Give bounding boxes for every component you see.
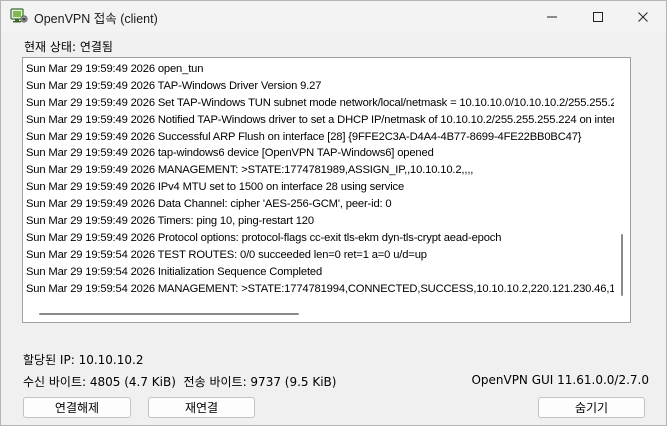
minimize-icon	[547, 16, 557, 17]
close-button[interactable]	[620, 1, 666, 32]
log-line: Sun Mar 29 19:59:49 2026 open_tun	[26, 63, 204, 75]
minimize-button[interactable]	[529, 1, 575, 32]
maximize-button[interactable]	[575, 1, 621, 32]
horizontal-scroll-thumb[interactable]	[39, 313, 299, 315]
log-lines: Sun Mar 29 19:59:49 2026 open_tun Sun Ma…	[26, 61, 624, 301]
log-line: Sun Mar 29 19:59:49 2026 MANAGEMENT: >ST…	[26, 164, 474, 177]
log-line: Sun Mar 29 19:59:54 2026 Initialization …	[26, 265, 323, 278]
openvpn-app-icon	[10, 8, 28, 25]
log-line: Sun Mar 29 19:59:49 2026 Protocol option…	[26, 231, 502, 244]
log-line: Sun Mar 29 19:59:54 2026 TEST ROUTES: 0/…	[26, 248, 427, 261]
reconnect-button[interactable]: 재연결	[148, 397, 255, 418]
connection-status-label: 현재 상태: 연결됨	[24, 40, 113, 54]
log-line: Sun Mar 29 19:59:49 2026 Notified TAP-Wi…	[26, 113, 624, 126]
log-textbox[interactable]: Sun Mar 29 19:59:49 2026 open_tun Sun Ma…	[22, 57, 631, 323]
log-line: Sun Mar 29 19:59:54 2026 MANAGEMENT: >ST…	[26, 282, 624, 295]
hide-button[interactable]: 숨기기	[538, 397, 645, 418]
log-line: Sun Mar 29 19:59:49 2026 Successful ARP …	[26, 130, 582, 143]
log-vertical-scrollbar[interactable]	[614, 58, 630, 306]
log-line: Sun Mar 29 19:59:49 2026 Timers: ping 10…	[26, 215, 314, 228]
traffic-label: 수신 바이트: 4805 (4.7 KiB) 전송 바이트: 9737 (9.5…	[23, 375, 337, 389]
close-icon	[638, 11, 648, 22]
openvpn-connection-window: OpenVPN 접속 (client) 현재 상태: 연결됨 Sun Mar 2…	[0, 0, 667, 426]
title-bar[interactable]: OpenVPN 접속 (client)	[1, 1, 666, 32]
maximize-icon	[593, 11, 603, 22]
log-line: Sun Mar 29 19:59:49 2026 tap-windows6 de…	[26, 147, 434, 160]
log-line: Sun Mar 29 19:59:49 2026 Data Channel: c…	[26, 198, 392, 211]
log-line: Sun Mar 29 19:59:49 2026 TAP-Windows Dri…	[26, 79, 322, 92]
assigned-ip-label: 할당된 IP: 10.10.10.2	[23, 353, 144, 367]
log-line: Sun Mar 29 19:59:49 2026 IPv4 MTU set to…	[26, 181, 405, 194]
disconnect-button[interactable]: 연결해제	[23, 397, 131, 418]
window-title: OpenVPN 접속 (client)	[34, 12, 158, 26]
version-label: OpenVPN GUI 11.61.0.0/2.7.0	[471, 373, 649, 387]
vertical-scroll-thumb[interactable]	[621, 234, 623, 296]
log-line: Sun Mar 29 19:59:49 2026 Set TAP-Windows…	[26, 96, 624, 109]
log-horizontal-scrollbar[interactable]	[23, 306, 614, 322]
